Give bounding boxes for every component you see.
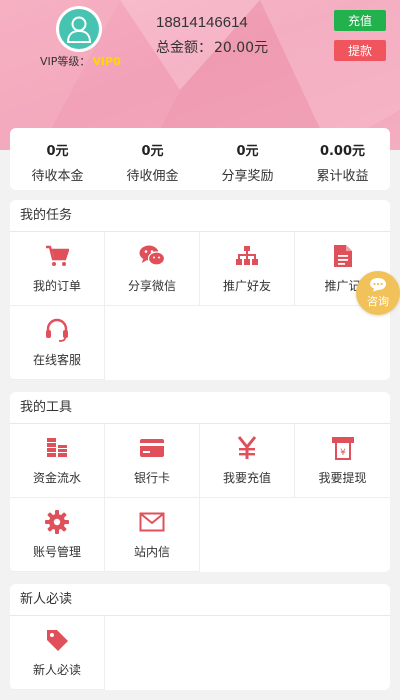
newbie-guide-section: 新人必读 新人必读 — [10, 584, 390, 690]
item-label: 推广好友 — [222, 279, 271, 293]
share-wechat-item[interactable]: 分享微信 — [105, 232, 200, 306]
account-management-item[interactable]: 账号管理 — [10, 498, 105, 572]
stat-label: 待收佣金 — [126, 169, 179, 184]
vip-label: VIP等级： — [40, 55, 91, 68]
stat-value: 0.00元 — [319, 144, 366, 159]
section-title: 新人必读 — [10, 584, 390, 616]
item-label: 我要提现 — [318, 471, 367, 485]
stat-total-earnings: 0.00元 累计收益 — [295, 128, 390, 190]
cart-icon — [44, 243, 70, 269]
my-tools-section: 我的工具 资金流水 银行卡 我要充值 ¥ 我要提现 账号管理 站内信 — [10, 392, 390, 572]
stat-label: 分享奖励 — [221, 169, 274, 184]
item-label: 在线客服 — [32, 353, 81, 367]
user-avatar-icon — [59, 9, 99, 49]
withdraw-item[interactable]: ¥ 我要提现 — [295, 424, 390, 498]
headset-icon — [44, 317, 70, 343]
tools-grid: 资金流水 银行卡 我要充值 ¥ 我要提现 账号管理 站内信 — [10, 424, 390, 572]
stat-value: 0元 — [141, 144, 164, 159]
stat-label: 累计收益 — [316, 169, 369, 184]
stat-value: 0元 — [236, 144, 259, 159]
withdraw-button[interactable]: 提款 — [334, 40, 386, 61]
tasks-grid: 我的订单 分享微信 推广好友 推广记 在线客服 — [10, 232, 390, 380]
total-balance: 总金额： 20.00元 — [156, 37, 268, 57]
stat-share-reward: 0元 分享奖励 — [200, 128, 295, 190]
recharge-item[interactable]: 我要充值 — [200, 424, 295, 498]
bank-card-item[interactable]: 银行卡 — [105, 424, 200, 498]
recharge-button[interactable]: 充值 — [334, 10, 386, 31]
promote-friends-item[interactable]: 推广好友 — [200, 232, 295, 306]
inbox-item[interactable]: 站内信 — [105, 498, 200, 572]
item-label: 站内信 — [133, 545, 170, 559]
newbie-guide-item[interactable]: 新人必读 — [10, 616, 105, 690]
my-orders-item[interactable]: 我的订单 — [10, 232, 105, 306]
online-support-item[interactable]: 在线客服 — [10, 306, 105, 380]
stat-pending-principal: 0元 待收本金 — [10, 128, 105, 190]
section-title: 我的工具 — [10, 392, 390, 424]
gear-icon — [44, 509, 70, 535]
atm-withdraw-icon: ¥ — [330, 435, 356, 461]
item-label: 账号管理 — [32, 545, 81, 559]
consult-button[interactable]: 咨询 — [356, 271, 400, 315]
item-label: 新人必读 — [32, 663, 81, 677]
tag-icon — [44, 627, 70, 653]
section-title: 我的任务 — [10, 200, 390, 232]
envelope-icon — [139, 509, 165, 535]
newbie-grid: 新人必读 — [10, 616, 390, 690]
total-label: 总金额： — [156, 40, 212, 56]
stat-pending-commission: 0元 待收佣金 — [105, 128, 200, 190]
fund-flow-item[interactable]: 资金流水 — [10, 424, 105, 498]
item-label: 我的订单 — [32, 279, 81, 293]
org-chart-icon — [234, 243, 260, 269]
consult-label: 咨询 — [367, 295, 389, 308]
earnings-summary: 0元 待收本金 0元 待收佣金 0元 分享奖励 0.00元 累计收益 — [10, 128, 390, 190]
chat-bubble-icon — [370, 278, 386, 292]
wechat-icon — [139, 243, 165, 269]
item-label: 银行卡 — [133, 471, 170, 485]
svg-text:¥: ¥ — [340, 448, 346, 458]
coins-stack-icon — [44, 435, 70, 461]
my-tasks-section: 我的任务 我的订单 分享微信 推广好友 推广记 在线客服 — [10, 200, 390, 380]
document-icon — [330, 243, 356, 269]
item-label: 资金流水 — [32, 471, 81, 485]
item-label: 分享微信 — [127, 279, 176, 293]
account-phone: 18814146614 — [156, 14, 248, 31]
vip-level-value: VIP0 — [92, 55, 121, 68]
bank-card-icon — [139, 435, 165, 461]
item-label: 我要充值 — [222, 471, 271, 485]
stat-value: 0元 — [46, 144, 69, 159]
stat-label: 待收本金 — [31, 169, 84, 184]
total-amount: 20.00元 — [214, 40, 269, 56]
vip-level-line: VIP等级： VIP0 — [40, 53, 121, 69]
avatar[interactable] — [56, 6, 102, 52]
yen-icon — [234, 435, 260, 461]
